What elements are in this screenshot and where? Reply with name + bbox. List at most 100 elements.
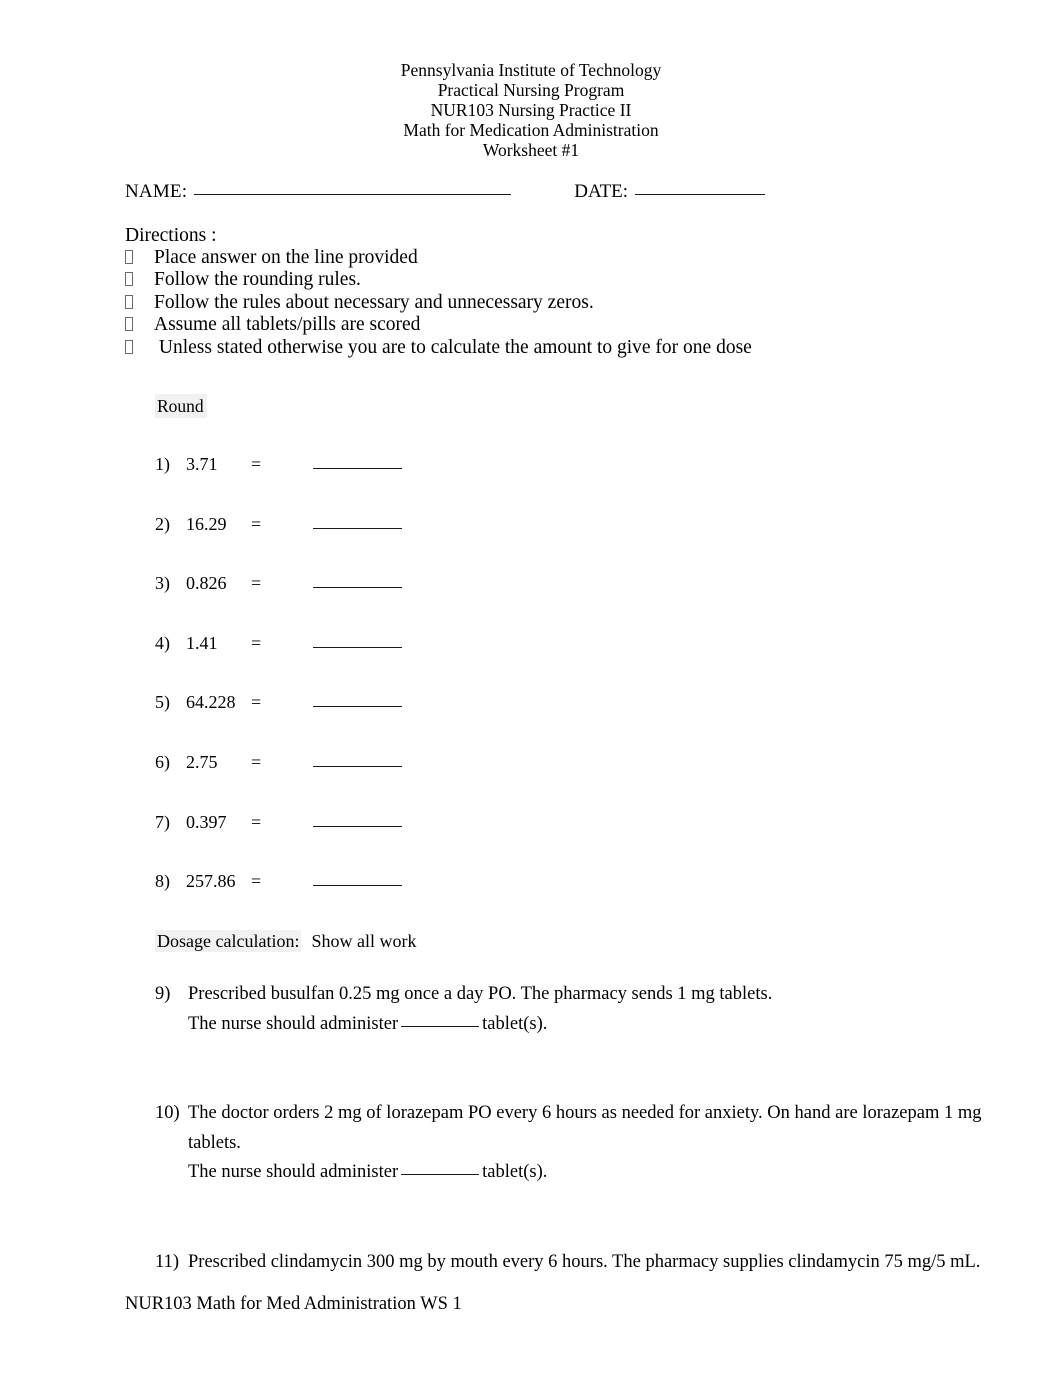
spacer-work-area [155, 1039, 1015, 1099]
equals-sign: = [251, 632, 262, 653]
round-answer-line[interactable] [313, 706, 402, 708]
problem-9: 9) Prescribed busulfan 0.25 mg once a da… [155, 980, 1015, 1039]
problem-statement: Prescribed clindamycin 300 mg by mouth e… [188, 1251, 981, 1272]
round-item-value: 64.228 [186, 692, 236, 713]
equals-sign: = [251, 811, 262, 832]
worksheet-page: Pennsylvania Institute of Technology Pra… [0, 0, 1062, 1377]
round-answer-line[interactable] [313, 765, 402, 767]
round-item-number: 8) [155, 871, 170, 892]
equals-sign: = [251, 573, 262, 594]
round-item-number: 5) [155, 692, 170, 713]
bullet-box-icon [125, 317, 133, 332]
bullet-box-icon [125, 339, 133, 354]
dosage-section-heading: Dosage calculation: Show all work [155, 930, 416, 952]
dosage-heading-label: Dosage calculation: [155, 930, 302, 952]
equals-sign: = [251, 692, 262, 713]
answer-suffix: tablet(s). [482, 1013, 548, 1034]
directions-title: Directions : [125, 225, 217, 246]
direction-item-text: Follow the rounding rules. [154, 269, 361, 291]
round-item-value: 257.86 [186, 871, 236, 892]
header-line-course: NUR103 Nursing Practice II [430, 100, 632, 120]
name-input-line[interactable] [194, 194, 512, 195]
problem-number: 11) [155, 1251, 179, 1272]
round-row: 2) 16.29 = [155, 513, 575, 573]
equals-sign: = [251, 513, 262, 534]
round-row: 8) 257.86 = [155, 870, 575, 930]
direction-item: Place answer on the line provided [125, 247, 1005, 269]
round-item-number: 4) [155, 632, 170, 653]
round-item-value: 1.41 [186, 632, 218, 653]
problem-body: Prescribed clindamycin 300 mg by mouth e… [188, 1248, 1015, 1278]
round-section-heading: Round [155, 394, 207, 418]
round-row: 3) 0.826 = [155, 572, 575, 632]
round-item-number: 3) [155, 573, 170, 594]
equals-sign: = [251, 751, 262, 772]
direction-item: Follow the rules about necessary and unn… [125, 292, 1005, 314]
round-answer-line[interactable] [313, 825, 402, 827]
problem-answer-row: The nurse should administer tablet(s). [188, 1010, 1015, 1040]
round-items-list: 1) 3.71 = 2) 16.29 = 3) 0.826 = 4) 1.41 … [155, 453, 575, 930]
direction-item-text: Place answer on the line provided [154, 247, 418, 268]
round-row: 6) 2.75 = [155, 751, 575, 811]
answer-blank-line[interactable] [401, 1025, 480, 1027]
round-answer-line[interactable] [313, 587, 402, 589]
problem-statement-cont: tablets. [188, 1132, 241, 1153]
answer-prefix: The nurse should administer [188, 1013, 399, 1034]
direction-item: Assume all tablets/pills are scored [125, 314, 1005, 336]
problem-11: 11) Prescribed clindamycin 300 mg by mou… [155, 1248, 1015, 1278]
direction-item-text: Unless stated otherwise you are to calcu… [154, 336, 752, 358]
answer-prefix: The nurse should administer [188, 1162, 399, 1183]
round-row: 5) 64.228 = [155, 691, 575, 751]
directions-list: Place answer on the line provided Follow… [125, 247, 1005, 359]
equals-sign: = [251, 871, 262, 892]
round-answer-line[interactable] [313, 468, 402, 469]
round-item-number: 2) [155, 513, 170, 534]
problem-answer-row: The nurse should administer tablet(s). [188, 1158, 1015, 1188]
round-item-value: 16.29 [186, 513, 227, 534]
equals-sign: = [251, 454, 262, 474]
round-row: 7) 0.397 = [155, 811, 575, 871]
spacer-work-area [155, 1188, 1015, 1248]
problem-statement: The doctor orders 2 mg of lorazepam PO e… [188, 1103, 982, 1124]
round-item-number: 6) [155, 751, 170, 772]
header-line-subject: Math for Medication Administration [403, 120, 659, 140]
problem-10: 10) The doctor orders 2 mg of lorazepam … [155, 1099, 1015, 1188]
header-line-worksheet: Worksheet #1 [482, 140, 580, 160]
direction-item: Follow the rounding rules. [125, 269, 1005, 291]
round-row: 1) 3.71 = [155, 453, 575, 513]
round-answer-line[interactable] [313, 646, 402, 648]
bullet-box-icon [125, 294, 133, 309]
dosage-heading-note: Show all work [311, 931, 417, 951]
direction-item-text: Assume all tablets/pills are scored [154, 314, 421, 336]
header-line-institution: Pennsylvania Institute of Technology [400, 60, 662, 80]
name-label: NAME: [125, 181, 188, 202]
problem-number: 9) [155, 984, 171, 1004]
round-row: 4) 1.41 = [155, 632, 575, 692]
problem-number: 10) [155, 1103, 180, 1124]
direction-item-text: Follow the rules about necessary and unn… [154, 291, 594, 313]
date-group: DATE: [574, 181, 766, 202]
round-item-number: 1) [155, 454, 170, 474]
header-line-program: Practical Nursing Program [437, 80, 625, 100]
problem-body: Prescribed busulfan 0.25 mg once a day P… [188, 980, 1015, 1039]
bullet-box-icon [125, 250, 133, 264]
name-date-row: NAME: DATE: [125, 180, 766, 204]
answer-suffix: tablet(s). [482, 1162, 548, 1183]
round-item-value: 3.71 [186, 454, 218, 474]
round-item-value: 2.75 [186, 751, 218, 772]
date-label: DATE: [574, 181, 629, 202]
problem-statement: Prescribed busulfan 0.25 mg once a day P… [188, 984, 773, 1004]
document-header: Pennsylvania Institute of Technology Pra… [0, 60, 1062, 160]
round-answer-line[interactable] [313, 527, 402, 529]
dosage-problems-list: 9) Prescribed busulfan 0.25 mg once a da… [155, 980, 1015, 1278]
bullet-box-icon [125, 272, 133, 287]
direction-item: Unless stated otherwise you are to calcu… [125, 337, 1005, 359]
round-answer-line[interactable] [313, 885, 402, 887]
page-footer: NUR103 Math for Med Administration WS 1 [125, 1294, 462, 1314]
answer-blank-line[interactable] [401, 1174, 480, 1176]
round-item-value: 0.397 [186, 811, 227, 832]
date-input-line[interactable] [635, 194, 766, 195]
round-item-number: 7) [155, 811, 170, 832]
round-item-value: 0.826 [186, 573, 227, 594]
problem-body: The doctor orders 2 mg of lorazepam PO e… [188, 1099, 1015, 1188]
